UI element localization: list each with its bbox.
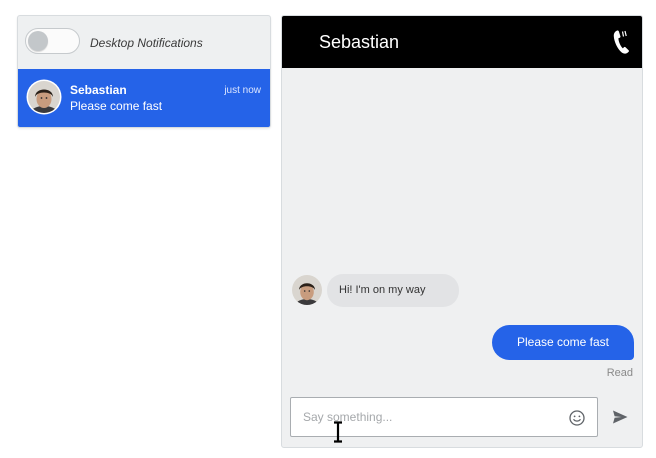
desktop-notifications-label: Desktop Notifications	[90, 36, 203, 50]
chat-window: Sebastian Hi! I'm on my way Please come …	[281, 15, 643, 448]
toggle-knob	[28, 31, 48, 51]
avatar	[26, 79, 62, 115]
text-cursor-icon	[334, 421, 342, 443]
chat-header: Sebastian	[282, 16, 642, 68]
contact-timestamp: just now	[224, 85, 261, 96]
phone-icon[interactable]	[612, 29, 630, 55]
contact-last-message: Please come fast	[70, 99, 163, 113]
desktop-notifications-toggle[interactable]	[25, 28, 80, 54]
contact-name: Sebastian	[70, 83, 127, 97]
notifications-row: Desktop Notifications	[18, 16, 270, 69]
message-avatar	[292, 275, 322, 305]
send-icon[interactable]	[612, 409, 628, 425]
contact-item-sebastian[interactable]: Sebastian just now Please come fast	[18, 69, 270, 127]
outgoing-message: Please come fast	[492, 325, 634, 360]
incoming-message: Hi! I'm on my way	[327, 274, 459, 307]
conversation-panel: Desktop Notifications Sebastian just now…	[17, 15, 271, 128]
chat-title: Sebastian	[319, 32, 400, 52]
smile-icon[interactable]	[569, 410, 585, 426]
read-receipt: Read	[606, 367, 633, 379]
